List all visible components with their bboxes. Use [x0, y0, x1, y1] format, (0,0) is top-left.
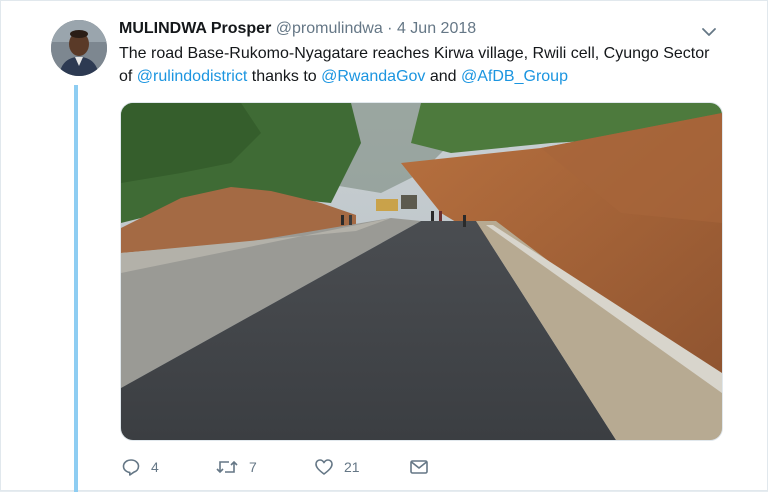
like-count: 21: [344, 459, 360, 475]
retweet-button[interactable]: 7: [215, 455, 257, 479]
direct-message-button[interactable]: [409, 455, 429, 479]
reply-count: 4: [151, 459, 159, 475]
mention-link[interactable]: @AfDB_Group: [461, 68, 568, 85]
author-handle[interactable]: @promulindwa: [276, 20, 383, 37]
header-separator: ·: [387, 20, 393, 37]
avatar[interactable]: [51, 20, 107, 76]
heart-icon: [314, 457, 334, 477]
text-segment: and: [425, 68, 462, 85]
like-button[interactable]: 21: [314, 455, 360, 479]
retweet-icon: [215, 457, 239, 477]
text-segment: thanks to: [247, 68, 322, 85]
tweet-header: MULINDWA Prosper @promulindwa · 4 Jun 20…: [119, 19, 476, 39]
reply-icon: [121, 457, 141, 477]
reply-button[interactable]: 4: [121, 455, 159, 479]
envelope-icon: [409, 457, 429, 477]
mention-link[interactable]: @rulindodistrict: [137, 68, 248, 85]
tweet-photo[interactable]: [120, 102, 723, 441]
mention-link[interactable]: @RwandaGov: [321, 68, 425, 85]
tweet-date[interactable]: 4 Jun 2018: [397, 20, 476, 37]
thread-line: [74, 85, 78, 492]
tweet-card[interactable]: MULINDWA Prosper @promulindwa · 4 Jun 20…: [0, 0, 768, 492]
author-name[interactable]: MULINDWA Prosper: [119, 20, 271, 37]
tweet-actions: 4 7 21: [119, 455, 539, 479]
chevron-down-icon[interactable]: [700, 23, 718, 41]
retweet-count: 7: [249, 459, 257, 475]
tweet-text: The road Base-Rukomo-Nyagatare reaches K…: [119, 42, 719, 88]
